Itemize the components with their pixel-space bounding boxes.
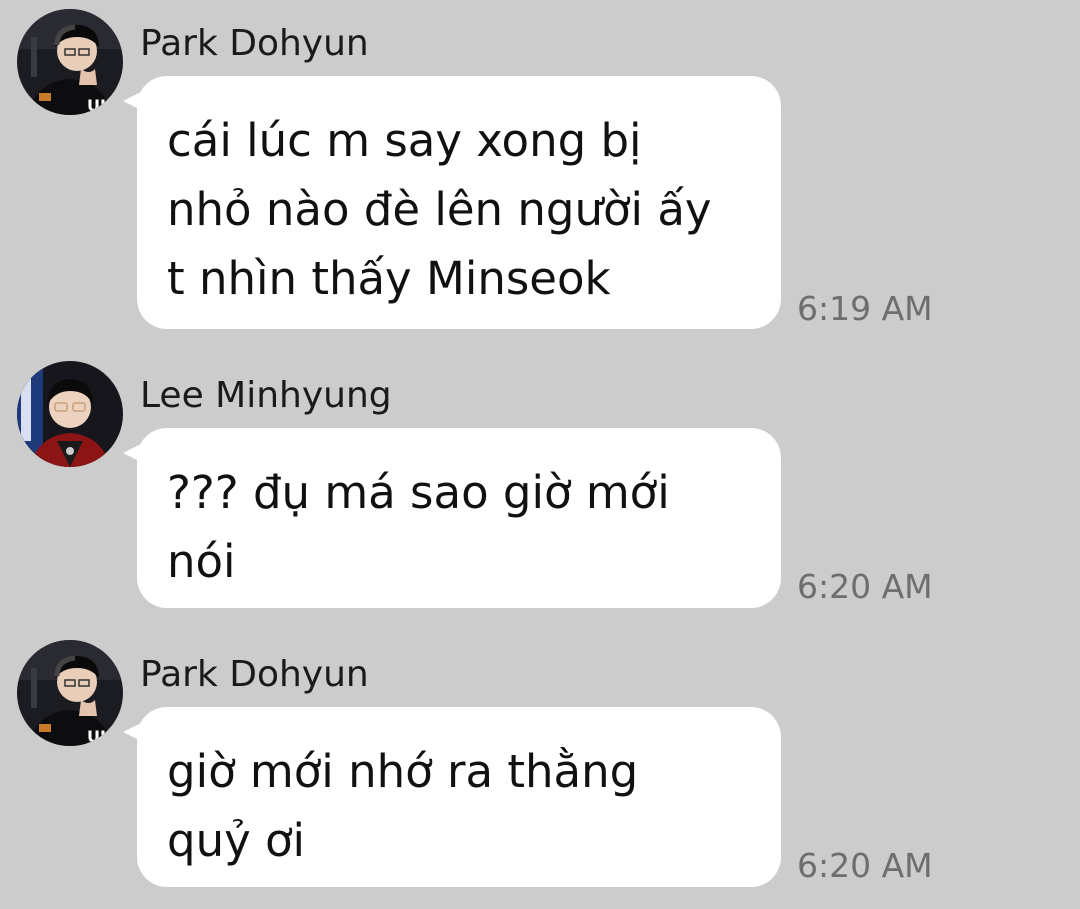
sender-name: Park Dohyun [140,654,369,695]
svg-text:ULE: ULE [87,96,121,115]
avatar[interactable]: ULE [17,640,123,746]
message-bubble[interactable]: ??? đụ má sao giờ mới nói [123,428,781,608]
message-text: quỷ ơi [167,814,306,867]
sender-name: Lee Minhyung [140,375,392,416]
message-text: cái lúc m say xong bị [167,114,642,167]
timestamp: 6:20 AM [797,846,933,885]
sender-name: Park Dohyun [140,23,369,64]
avatar[interactable] [17,361,123,467]
timestamp: 6:19 AM [797,289,933,328]
avatar[interactable]: ULE [17,9,123,115]
timestamp: 6:20 AM [797,567,933,606]
svg-text:ULE: ULE [87,727,121,746]
message-bubble[interactable]: cái lúc m say xong bị nhỏ nào đè lên ngư… [123,76,781,329]
message-text: ??? đụ má sao giờ mới [167,466,670,519]
user-photo-icon: ULE [17,640,123,746]
message-text: nhỏ nào đè lên người ấy [167,183,712,236]
message-text: nói [167,535,236,588]
user-photo-icon: ULE [17,9,123,115]
message-text: giờ mới nhớ ra thằng [167,745,639,798]
message-text: t nhìn thấy Minseok [167,252,611,305]
message-bubble[interactable]: giờ mới nhớ ra thằng quỷ ơi [123,707,781,887]
user-photo-icon [17,361,123,467]
